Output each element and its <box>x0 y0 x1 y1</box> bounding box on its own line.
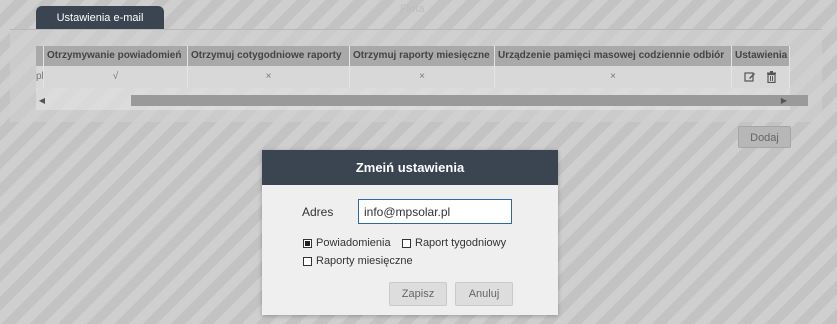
row-cut-cell: pl <box>36 66 44 88</box>
column-monthly-reports[interactable]: Otrzymuj raporty miesięczne <box>350 46 495 66</box>
checkbox-monthly-reports[interactable]: Raporty miesięczne <box>303 255 413 267</box>
checkbox-notifications[interactable]: Powiadomienia <box>303 237 391 249</box>
edit-icon[interactable] <box>744 71 756 83</box>
cell-actions <box>732 66 790 88</box>
address-input[interactable] <box>358 199 512 224</box>
background-title: Flota <box>400 3 425 15</box>
edit-settings-dialog: Zmeiń ustawienia Adres Powiadomienia Rap… <box>262 150 558 315</box>
address-label: Adres <box>302 205 334 219</box>
checkbox-monthly-reports-box[interactable] <box>303 256 312 266</box>
scroll-left-icon[interactable]: ◀ <box>36 94 48 107</box>
checkbox-weekly-report-label: Raport tygodniowy <box>415 237 507 249</box>
cell-monthly: × <box>350 66 495 88</box>
trash-icon[interactable] <box>766 71 777 83</box>
dialog-title: Zmeiń ustawienia <box>262 150 558 185</box>
cell-notifications: √ <box>44 66 188 88</box>
scrollbar-thumb[interactable] <box>131 95 808 106</box>
column-settings[interactable]: Ustawienia <box>732 46 790 66</box>
cell-daily: × <box>495 66 732 88</box>
checkbox-weekly-report-box[interactable] <box>402 238 411 248</box>
checkbox-weekly-report[interactable]: Raport tygodniowy <box>402 237 506 249</box>
horizontal-scrollbar[interactable]: ◀ ▶ <box>36 94 808 107</box>
column-weekly-reports[interactable]: Otrzymuj cotygodniowe raporty <box>188 46 350 66</box>
checkbox-monthly-reports-label: Raporty miesięczne <box>316 255 413 267</box>
scroll-right-icon[interactable]: ▶ <box>778 94 790 107</box>
column-notifications[interactable]: Otrzymywanie powiadomień <box>44 46 188 66</box>
cell-weekly: × <box>188 66 350 88</box>
table-row[interactable]: pl √ × × × <box>36 66 790 88</box>
cancel-button[interactable]: Anuluj <box>455 282 513 306</box>
tab-email-settings[interactable]: Ustawienia e-mail <box>36 6 164 30</box>
checkbox-notifications-box[interactable] <box>303 238 312 248</box>
save-button[interactable]: Zapisz <box>389 282 447 306</box>
column-storage-daily[interactable]: Urządzenie pamięci masowej codziennie od… <box>495 46 732 66</box>
checkbox-notifications-label: Powiadomienia <box>316 237 391 249</box>
add-button[interactable]: Dodaj <box>738 126 791 148</box>
grid-header: Otrzymywanie powiadomień Otrzymuj cotygo… <box>36 46 790 66</box>
grid-header-cut <box>36 46 44 66</box>
